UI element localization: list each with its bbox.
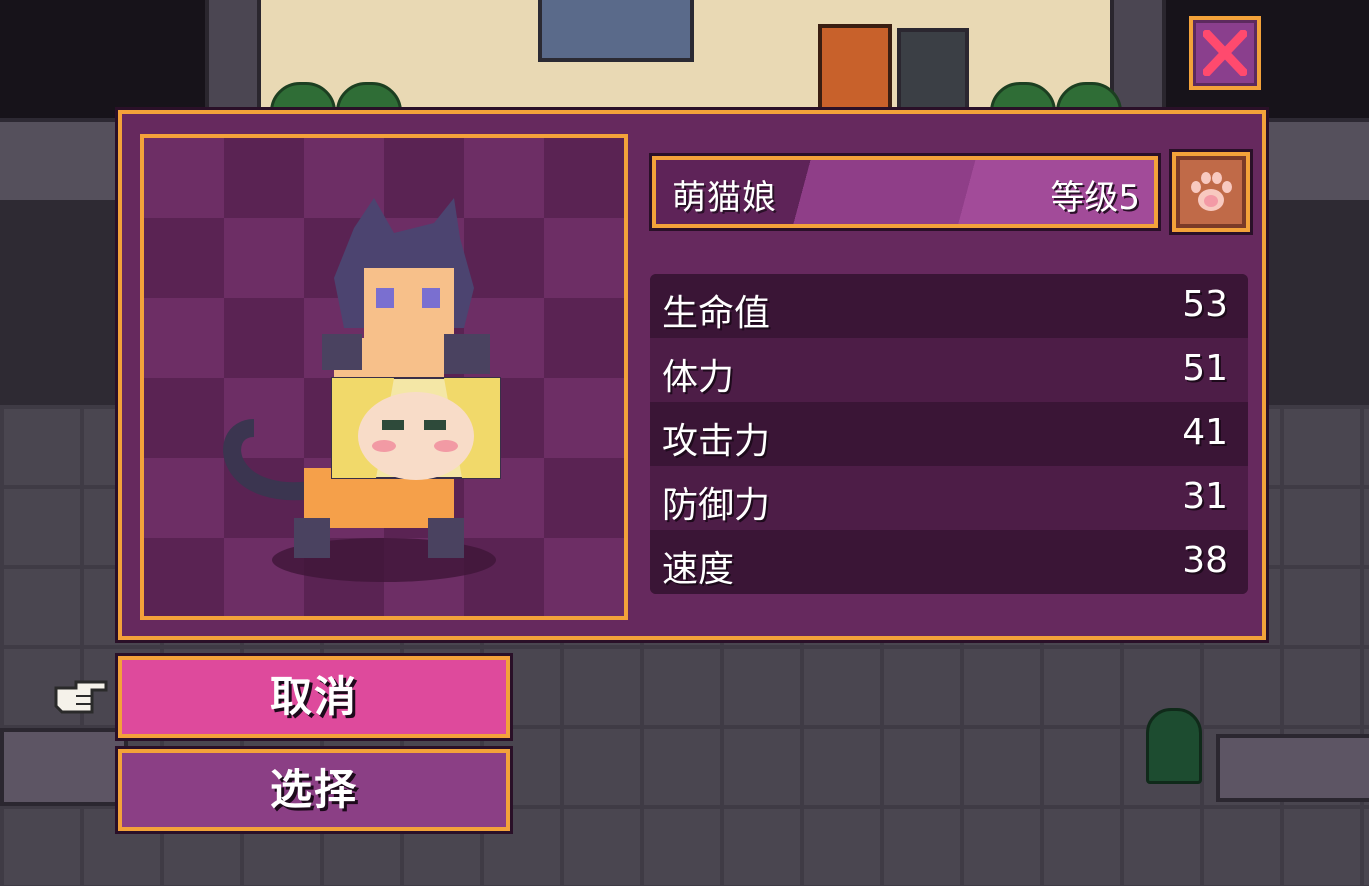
cancel-label: 取消 — [269, 672, 358, 721]
character-panel: 萌猫娘 等级5 生命值 53 体力 51 攻击力 41 防御力 31 速度 38 — [118, 110, 1266, 640]
stat-row-defense: 防御力 31 — [650, 466, 1248, 530]
paw-icon — [1191, 172, 1232, 211]
select-button[interactable]: 选择 — [118, 749, 510, 831]
stat-value: 51 — [1182, 348, 1228, 389]
stat-value: 38 — [1182, 540, 1228, 581]
select-label: 选择 — [269, 765, 358, 814]
stat-value: 31 — [1182, 476, 1228, 517]
table-left — [0, 728, 128, 806]
stat-row-speed: 速度 38 — [650, 530, 1248, 594]
stat-label: 速度 — [662, 549, 735, 590]
stat-row-attack: 攻击力 41 — [650, 402, 1248, 466]
wall-shadow-left — [0, 0, 205, 120]
character-portrait — [140, 134, 628, 620]
stat-label: 体力 — [662, 357, 735, 398]
stat-label: 攻击力 — [662, 421, 771, 462]
character-sprite — [223, 198, 501, 582]
character-name-bar: 萌猫娘 等级5 — [652, 156, 1158, 228]
close-x-icon — [1203, 30, 1247, 76]
hand-pointer-icon — [52, 676, 110, 722]
stat-row-stamina: 体力 51 — [650, 338, 1248, 402]
stat-value: 41 — [1182, 412, 1228, 453]
paw-button[interactable] — [1172, 152, 1250, 232]
stat-row-hp: 生命值 53 — [650, 274, 1248, 338]
vending-machine — [818, 24, 892, 122]
arcade-cabinet — [897, 28, 969, 122]
potted-plant — [1146, 708, 1202, 784]
stat-value: 53 — [1182, 284, 1228, 325]
stat-label: 防御力 — [662, 485, 771, 526]
cancel-button[interactable]: 取消 — [118, 656, 510, 738]
stat-label: 生命值 — [662, 293, 771, 334]
pillar-left — [205, 0, 261, 120]
table-right — [1216, 734, 1369, 802]
shelf-left — [0, 200, 120, 410]
stats-table: 生命值 53 体力 51 攻击力 41 防御力 31 速度 38 — [650, 274, 1248, 594]
window — [538, 0, 694, 62]
close-button[interactable] — [1189, 16, 1261, 90]
character-name: 萌猫娘 — [672, 178, 777, 218]
shelf-right — [1250, 200, 1369, 410]
character-level: 等级5 — [1050, 178, 1140, 218]
